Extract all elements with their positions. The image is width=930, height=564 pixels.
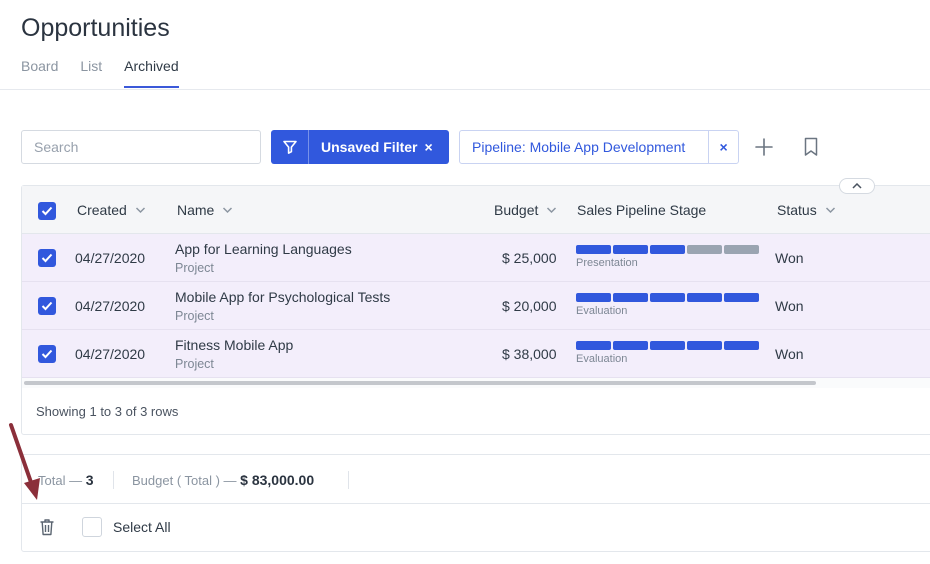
total-count: Total — 3 (38, 472, 94, 488)
opportunity-type: Project (175, 357, 214, 371)
stage-segment (613, 293, 648, 302)
select-all-checkbox[interactable] (82, 517, 102, 537)
totals-footer: Total — 3 Budget ( Total ) — $ 83,000.00… (21, 454, 930, 552)
stage-segment (724, 293, 759, 302)
stage-segment (576, 245, 611, 254)
funnel-icon (271, 130, 309, 164)
horizontal-scrollbar[interactable] (24, 381, 816, 385)
chevron-down-icon (223, 207, 233, 214)
chevron-down-icon (547, 207, 557, 214)
budget-value: $ 25,000 (502, 250, 557, 266)
trash-icon[interactable] (39, 518, 55, 536)
column-budget-label: Budget (494, 202, 539, 218)
tab-board[interactable]: Board (21, 58, 58, 88)
bookmark-icon[interactable] (803, 137, 819, 157)
tab-list[interactable]: List (80, 58, 102, 88)
stage-segment (650, 245, 685, 254)
opportunity-type: Project (175, 261, 214, 275)
chevron-up-icon (852, 183, 862, 189)
select-all-label: Select All (113, 519, 171, 535)
divider (113, 471, 114, 489)
row-checkbox[interactable] (38, 345, 56, 363)
stage-segment (576, 341, 611, 350)
check-icon (41, 349, 53, 359)
column-status-label: Status (777, 202, 817, 218)
clear-filter-icon[interactable]: × (424, 139, 432, 155)
pipeline-filter-chip[interactable]: Pipeline: Mobile App Development × (459, 130, 739, 164)
stage-progress-bar (576, 293, 759, 302)
stage-segment (576, 293, 611, 302)
totals-row: Total — 3 Budget ( Total ) — $ 83,000.00 (22, 455, 930, 504)
opportunities-table: Created Name Budget Sales Pipeline Stage… (21, 185, 930, 435)
stage-progress-bar (576, 341, 759, 350)
budget-value: $ 38,000 (502, 346, 557, 362)
opportunity-name[interactable]: Mobile App for Psychological Tests (175, 289, 390, 305)
stage-label: Presentation (576, 257, 638, 269)
column-stage-label: Sales Pipeline Stage (577, 202, 707, 218)
stage-segment (687, 293, 722, 302)
table-row[interactable]: 04/27/2020 App for Learning Languages Pr… (22, 234, 930, 282)
stage-segment (613, 341, 648, 350)
table-row[interactable]: 04/27/2020 Fitness Mobile App Project $ … (22, 330, 930, 378)
chevron-down-icon (825, 207, 835, 214)
pipeline-chip-label: Pipeline: Mobile App Development (472, 139, 686, 155)
stage-segment (724, 245, 759, 254)
stage-segment (724, 341, 759, 350)
opportunity-type: Project (175, 309, 214, 323)
column-status[interactable]: Status (777, 202, 836, 218)
filter-label: Unsaved Filter (321, 139, 418, 155)
status-value: Won (775, 346, 804, 362)
stage-segment (687, 245, 722, 254)
annotation-arrow (9, 423, 40, 500)
stage-segment (687, 341, 722, 350)
budget-total-value: $ 83,000.00 (240, 472, 315, 488)
tab-archived[interactable]: Archived (124, 58, 179, 88)
created-date: 04/27/2020 (75, 250, 146, 266)
header-divider (0, 89, 930, 90)
created-date: 04/27/2020 (75, 298, 146, 314)
chevron-down-icon (135, 207, 145, 214)
collapse-toolbar-button[interactable] (839, 178, 875, 194)
column-name[interactable]: Name (177, 202, 233, 218)
budget-value: $ 20,000 (502, 298, 557, 314)
stage-segment (613, 245, 648, 254)
budget-total-label: Budget ( Total ) — (132, 473, 237, 488)
table-header: Created Name Budget Sales Pipeline Stage… (22, 186, 930, 234)
opportunity-name[interactable]: Fitness Mobile App (175, 337, 293, 353)
select-all-rows-checkbox[interactable] (38, 202, 56, 220)
view-tabs: Board List Archived (21, 58, 179, 88)
page-title: Opportunities (21, 14, 170, 42)
status-value: Won (775, 250, 804, 266)
column-created[interactable]: Created (77, 202, 146, 218)
stage-segment (650, 293, 685, 302)
column-stage[interactable]: Sales Pipeline Stage (577, 202, 706, 218)
stage-label: Evaluation (576, 305, 628, 317)
table-row[interactable]: 04/27/2020 Mobile App for Psychological … (22, 282, 930, 330)
filter-button[interactable]: Unsaved Filter × (271, 130, 449, 164)
search-input[interactable] (21, 130, 261, 164)
budget-total: Budget ( Total ) — $ 83,000.00 (132, 472, 314, 488)
check-icon (41, 206, 53, 216)
row-checkbox[interactable] (38, 249, 56, 267)
remove-pipeline-icon[interactable]: × (708, 131, 738, 163)
pagination-summary: Showing 1 to 3 of 3 rows (36, 404, 179, 419)
column-created-label: Created (77, 202, 127, 218)
add-filter-icon[interactable] (753, 136, 775, 158)
divider (348, 471, 349, 489)
check-icon (41, 253, 53, 263)
check-icon (41, 301, 53, 311)
stage-progress-bar (576, 245, 759, 254)
stage-label: Evaluation (576, 353, 628, 365)
stage-segment (650, 341, 685, 350)
column-budget[interactable]: Budget (494, 202, 557, 218)
status-value: Won (775, 298, 804, 314)
opportunity-name[interactable]: App for Learning Languages (175, 241, 352, 257)
row-checkbox[interactable] (38, 297, 56, 315)
column-name-label: Name (177, 202, 215, 218)
total-value: 3 (85, 472, 94, 488)
created-date: 04/27/2020 (75, 346, 146, 362)
